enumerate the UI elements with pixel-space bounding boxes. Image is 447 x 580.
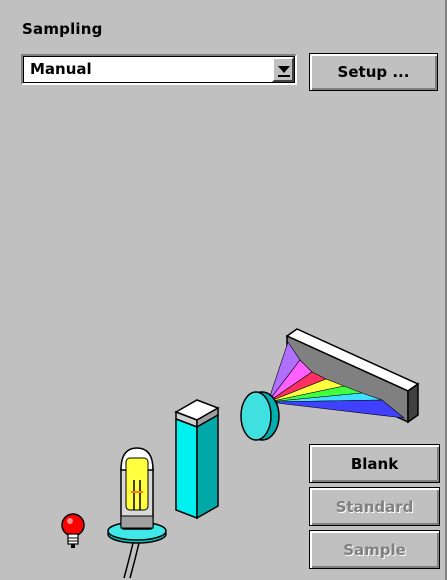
sampling-mode-value: Manual [30, 60, 92, 78]
dropdown-arrow-button[interactable] [272, 57, 294, 82]
indicator-light-icon [61, 513, 85, 548]
chevron-down-icon [278, 66, 290, 73]
sample-button-label: Sample [343, 540, 406, 559]
cuvette-icon [174, 399, 220, 520]
sampling-label: Sampling [22, 20, 103, 38]
standard-button[interactable]: Standard [309, 487, 440, 526]
lens-icon [240, 391, 280, 441]
dropdown-underline-icon [278, 75, 290, 77]
setup-button-label: Setup ... [337, 63, 410, 81]
setup-button[interactable]: Setup ... [309, 53, 438, 91]
blank-button-label: Blank [350, 454, 399, 473]
sample-button[interactable]: Sample [309, 530, 440, 569]
sampling-mode-dropdown[interactable]: Manual [21, 54, 297, 85]
blank-button[interactable]: Blank [309, 444, 440, 483]
standard-button-label: Standard [335, 497, 414, 516]
lamp-icon [107, 447, 167, 579]
sampling-panel: Sampling Manual Setup ... Blank Standard… [0, 0, 447, 580]
